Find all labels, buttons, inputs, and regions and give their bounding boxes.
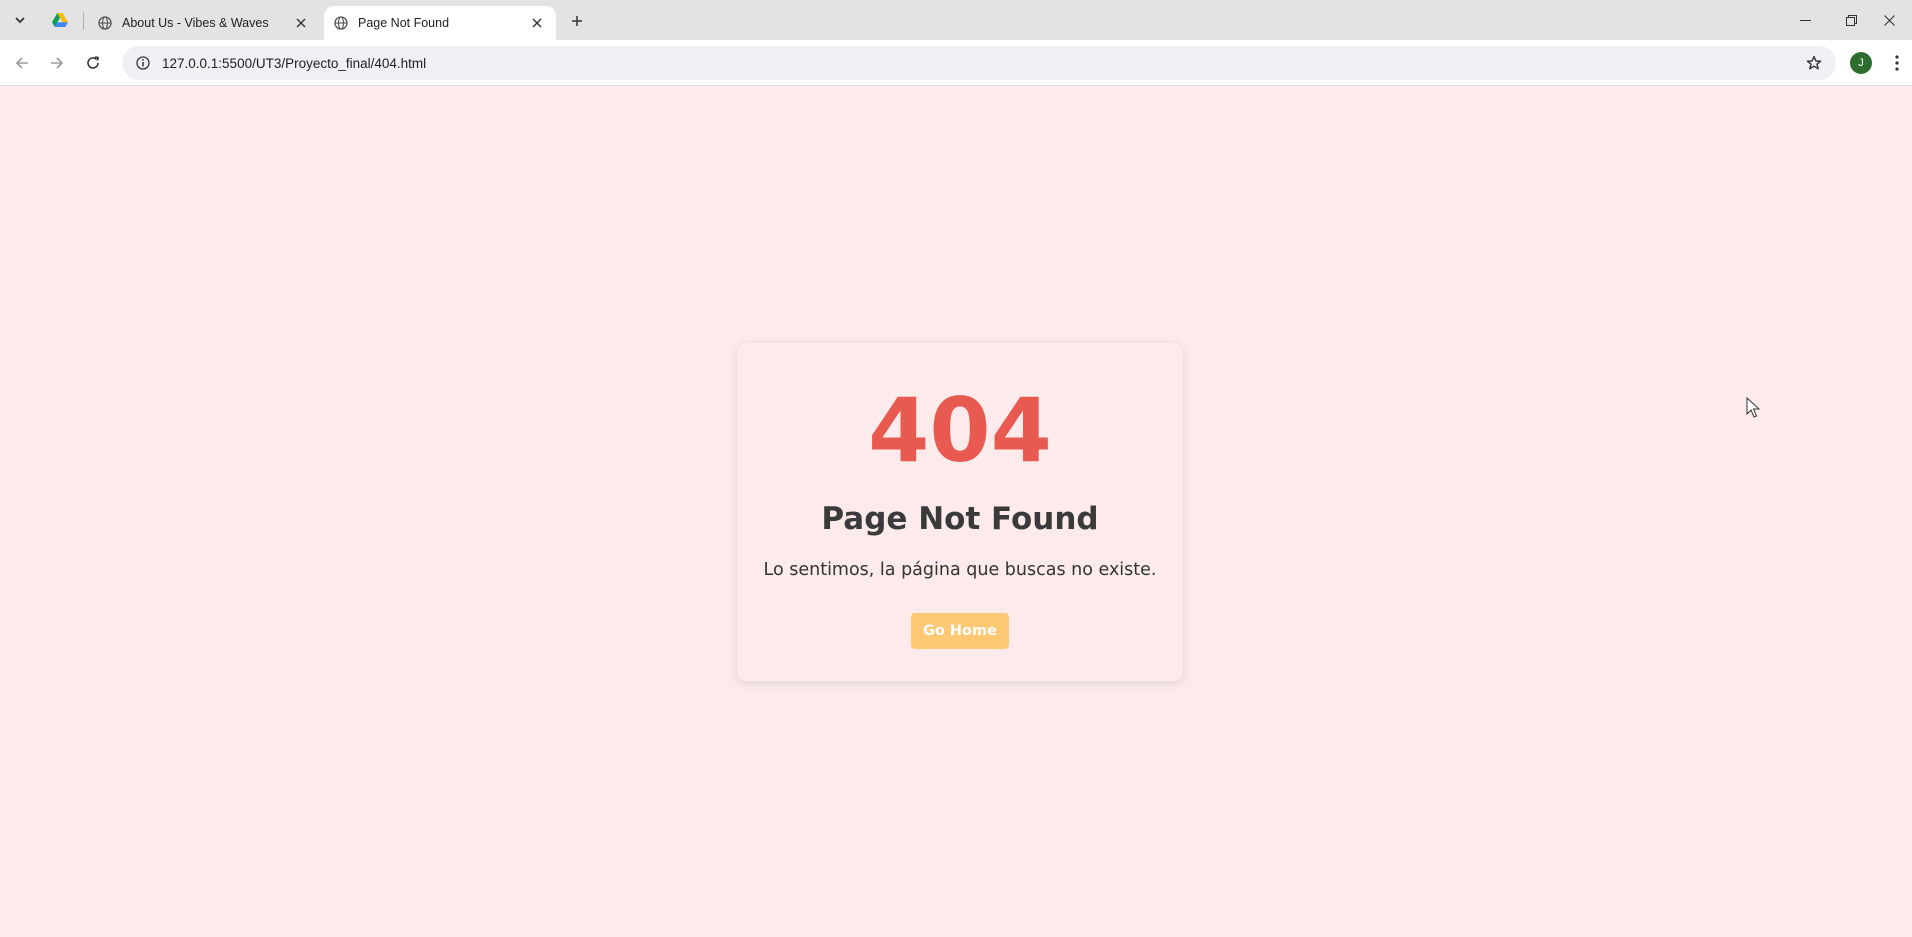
url-text: 127.0.0.1:5500/UT3/Proyecto_final/404.ht… bbox=[162, 55, 427, 71]
error-code: 404 bbox=[868, 379, 1052, 482]
mouse-cursor-icon bbox=[1746, 397, 1761, 418]
reload-button[interactable] bbox=[80, 50, 106, 76]
close-tab-icon[interactable] bbox=[526, 12, 548, 34]
arrow-right-icon bbox=[51, 57, 64, 69]
tab-strip: About Us - Vibes & Waves Page Not Found bbox=[0, 0, 1912, 40]
page-viewport: 404 Page Not Found Lo sentimos, la págin… bbox=[0, 87, 1912, 937]
browser-toolbar: 127.0.0.1:5500/UT3/Proyecto_final/404.ht… bbox=[0, 40, 1912, 86]
globe-icon bbox=[334, 16, 348, 30]
tab-search-button[interactable] bbox=[8, 8, 32, 32]
error-card: 404 Page Not Found Lo sentimos, la págin… bbox=[737, 343, 1183, 681]
forward-button[interactable] bbox=[44, 50, 70, 76]
profile-avatar[interactable]: J bbox=[1850, 52, 1872, 74]
globe-icon bbox=[98, 16, 112, 30]
tab-title: Page Not Found bbox=[358, 16, 450, 30]
tab-page-not-found[interactable]: Page Not Found bbox=[324, 6, 556, 40]
browser-menu-button[interactable] bbox=[1886, 52, 1908, 74]
reload-icon bbox=[87, 56, 99, 69]
bookmark-star-icon[interactable] bbox=[1804, 53, 1824, 73]
site-info-icon[interactable] bbox=[132, 52, 154, 74]
error-message: Lo sentimos, la página que buscas no exi… bbox=[763, 560, 1157, 580]
chevron-down-icon bbox=[15, 17, 25, 24]
arrow-left-icon bbox=[15, 57, 28, 69]
restore-icon bbox=[1845, 14, 1857, 26]
google-drive-icon bbox=[52, 13, 68, 27]
tab-separator bbox=[83, 12, 84, 30]
back-button[interactable] bbox=[9, 50, 35, 76]
go-home-button[interactable]: Go Home bbox=[911, 613, 1009, 649]
close-tab-icon[interactable] bbox=[290, 12, 312, 34]
plus-icon bbox=[572, 16, 582, 26]
minimize-button[interactable] bbox=[1782, 0, 1828, 40]
minimize-icon bbox=[1799, 19, 1811, 21]
close-window-button[interactable] bbox=[1866, 0, 1912, 40]
pinned-tab-drive[interactable] bbox=[44, 6, 76, 34]
page-title: Page Not Found bbox=[821, 501, 1099, 537]
tab-about-us[interactable]: About Us - Vibes & Waves bbox=[88, 6, 320, 40]
address-bar[interactable]: 127.0.0.1:5500/UT3/Proyecto_final/404.ht… bbox=[122, 46, 1836, 80]
tab-title: About Us - Vibes & Waves bbox=[122, 16, 269, 30]
close-icon bbox=[1883, 14, 1895, 26]
more-vertical-icon bbox=[1895, 55, 1899, 71]
new-tab-button[interactable] bbox=[564, 8, 590, 34]
